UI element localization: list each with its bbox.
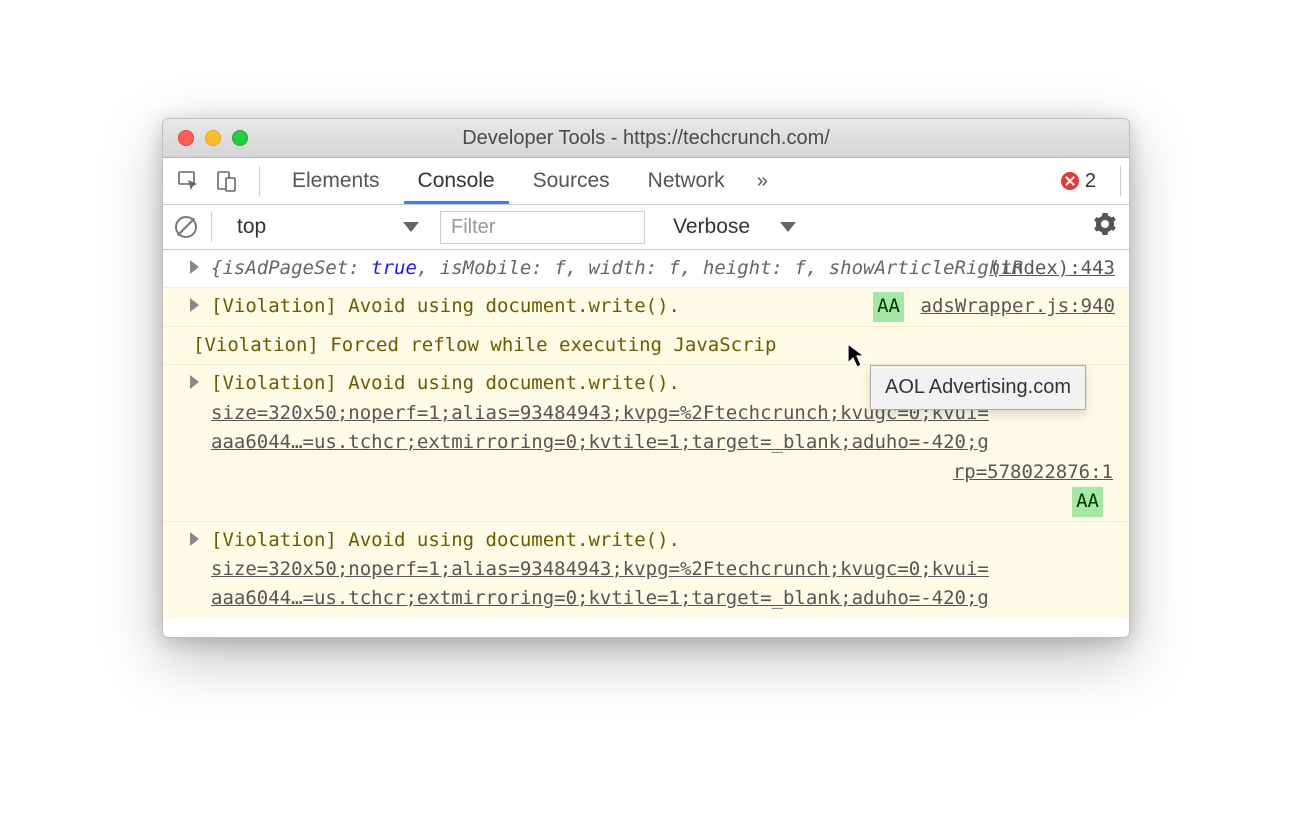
- tabbar: Elements Console Sources Network » 2: [163, 158, 1129, 205]
- divider: [259, 166, 260, 196]
- titlebar: Developer Tools - https://techcrunch.com…: [163, 119, 1129, 158]
- minimize-window-button[interactable]: [205, 130, 221, 146]
- violation-text: [Violation] Avoid using document.write()…: [211, 529, 680, 551]
- violation-params[interactable]: aaa6044…=us.tchcr;extmirroring=0;kvtile=…: [211, 431, 989, 453]
- filter-input[interactable]: [440, 211, 645, 244]
- badge-aa[interactable]: AA: [1072, 487, 1103, 516]
- console-row-violation: [Violation] Avoid using document.write()…: [163, 288, 1129, 326]
- violation-text: [Violation] Avoid using document.write()…: [211, 295, 680, 317]
- tab-console[interactable]: Console: [404, 158, 509, 204]
- console-row: (index):443 {isAdPageSet: true, isMobile…: [163, 250, 1129, 288]
- settings-gear-icon[interactable]: [1093, 212, 1117, 242]
- error-icon: [1061, 172, 1079, 190]
- context-value: top: [237, 215, 266, 239]
- disclosure-triangle-icon[interactable]: [190, 298, 199, 312]
- source-link[interactable]: (index):443: [989, 254, 1115, 283]
- tab-network[interactable]: Network: [634, 158, 739, 204]
- traffic-lights: [163, 130, 248, 146]
- violation-text: [Violation] Forced reflow while executin…: [193, 334, 776, 356]
- tab-sources[interactable]: Sources: [519, 158, 624, 204]
- window-title: Developer Tools - https://techcrunch.com…: [163, 127, 1129, 150]
- tab-elements[interactable]: Elements: [278, 158, 394, 204]
- devtools-window: Developer Tools - https://techcrunch.com…: [162, 118, 1130, 638]
- tooltip: AOL Advertising.com: [870, 365, 1086, 410]
- violation-params[interactable]: rp=578022876:1: [211, 458, 1117, 487]
- device-toggle-icon[interactable]: [213, 167, 241, 195]
- clear-console-button[interactable]: [175, 216, 197, 238]
- log-level-select[interactable]: Verbose: [659, 215, 796, 239]
- console-row-violation: [Violation] Avoid using document.write()…: [163, 522, 1129, 618]
- error-count[interactable]: 2: [1061, 170, 1096, 193]
- violation-params[interactable]: aaa6044…=us.tchcr;extmirroring=0;kvtile=…: [211, 587, 989, 609]
- tabs-overflow-button[interactable]: »: [749, 170, 776, 193]
- cursor-icon: [847, 343, 867, 369]
- log-object[interactable]: {isAdPageSet: true, isMobile: f, width: …: [193, 254, 1117, 283]
- divider: [211, 212, 212, 242]
- zoom-window-button[interactable]: [232, 130, 248, 146]
- console-row-violation: [Violation] Forced reflow while executin…: [163, 327, 1129, 365]
- console-output: (index):443 {isAdPageSet: true, isMobile…: [163, 250, 1129, 637]
- disclosure-triangle-icon[interactable]: [190, 532, 199, 546]
- context-select[interactable]: top: [226, 211, 426, 244]
- error-count-value: 2: [1085, 170, 1096, 193]
- log-level-value: Verbose: [673, 215, 750, 239]
- inspect-icon[interactable]: [175, 167, 203, 195]
- console-filterbar: top Verbose: [163, 205, 1129, 250]
- source-link[interactable]: adsWrapper.js:940: [921, 292, 1115, 321]
- close-window-button[interactable]: [178, 130, 194, 146]
- chevron-down-icon: [403, 222, 419, 232]
- disclosure-triangle-icon[interactable]: [190, 375, 199, 389]
- divider: [1120, 166, 1121, 196]
- badge-aa[interactable]: AA: [873, 292, 904, 321]
- violation-text: [Violation] Avoid using document.write()…: [211, 372, 680, 394]
- chevron-down-icon: [780, 222, 796, 232]
- violation-params[interactable]: size=320x50;noperf=1;alias=93484943;kvpg…: [211, 558, 989, 580]
- disclosure-triangle-icon[interactable]: [190, 260, 199, 274]
